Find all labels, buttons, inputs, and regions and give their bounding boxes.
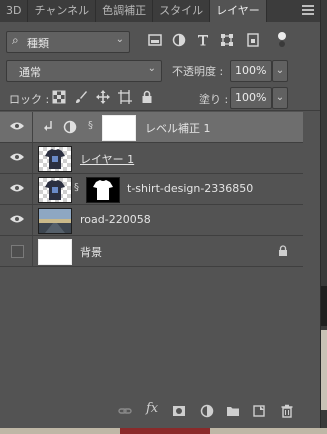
road-thumb-icon — [39, 209, 71, 233]
divider — [0, 110, 320, 111]
layers-panel: 3D チャンネル 色調補正 スタイル レイヤー ⌕ 種類 ⌄ 通常 ⌄ 不透明度… — [0, 0, 321, 428]
blend-mode-select[interactable]: 通常 ⌄ — [6, 60, 162, 82]
tab-3d[interactable]: 3D — [0, 0, 29, 22]
layer-thumbnail[interactable] — [38, 177, 72, 203]
mask-shape-icon — [93, 180, 113, 200]
layer-name[interactable]: レイヤー 1 — [80, 151, 134, 167]
layer-filter-select[interactable]: ⌕ 種類 ⌄ — [6, 31, 130, 53]
opacity-dropdown-button[interactable]: ⌄ — [272, 60, 288, 82]
clip-arrow-icon — [44, 121, 52, 131]
layer-row-levels[interactable]: § レベル補正 1 — [0, 112, 303, 143]
adjustment-filter-icon[interactable] — [172, 33, 186, 47]
opacity-value: 100% — [235, 64, 267, 77]
canvas-edge-bottom — [0, 428, 327, 434]
layer-name[interactable]: 背景 — [80, 244, 102, 260]
tshirt-thumb-icon — [45, 180, 65, 200]
canvas-edge-right — [321, 0, 327, 434]
eye-icon[interactable] — [10, 152, 24, 162]
chevron-down-icon: ⌄ — [147, 63, 156, 74]
lock-artboard-icon[interactable] — [118, 90, 132, 104]
fill-dropdown-button[interactable]: ⌄ — [272, 87, 288, 109]
tab-styles[interactable]: スタイル — [153, 0, 211, 22]
fill-value: 100% — [235, 91, 267, 104]
add-mask-icon[interactable] — [172, 404, 186, 418]
layer-name[interactable]: t-shirt-design-2336850 — [127, 182, 253, 195]
lock-brush-icon[interactable] — [74, 90, 88, 104]
tab-adjustments[interactable]: 色調補正 — [96, 0, 154, 22]
layer-row-layer1[interactable]: レイヤー 1 — [0, 143, 303, 174]
tab-layers[interactable]: レイヤー — [210, 0, 267, 22]
chevron-down-icon: ⌄ — [115, 34, 124, 45]
image-filter-icon[interactable] — [148, 33, 162, 47]
search-icon: ⌕ — [12, 33, 19, 47]
blend-mode-value: 通常 — [19, 66, 41, 79]
layer-row-tshirt[interactable]: § t-shirt-design-2336850 — [0, 174, 303, 205]
fx-icon[interactable]: fx — [146, 401, 160, 416]
filter-type-label: 種類 — [27, 37, 49, 50]
layer-row-road[interactable]: road-220058 — [0, 205, 303, 236]
eye-icon[interactable] — [10, 214, 24, 224]
layer-name[interactable]: road-220058 — [80, 213, 151, 226]
lock-icon — [279, 245, 287, 256]
lock-all-icon[interactable] — [140, 90, 154, 104]
layer-thumbnail[interactable] — [38, 208, 72, 234]
layer-row-background[interactable]: 背景 — [0, 236, 303, 267]
filter-toggle[interactable] — [278, 32, 286, 48]
opacity-label: 不透明度 : — [172, 65, 224, 78]
new-group-icon[interactable] — [226, 404, 240, 418]
fill-label: 塗り : — [199, 93, 229, 106]
layer-thumbnail[interactable] — [38, 146, 72, 172]
tab-channels[interactable]: チャンネル — [28, 0, 97, 22]
layer-thumbnail[interactable] — [38, 239, 72, 265]
layer-name[interactable]: レベル補正 1 — [145, 120, 211, 136]
tshirt-thumb-icon — [45, 149, 65, 169]
delete-icon[interactable] — [280, 404, 294, 418]
panel-menu-icon[interactable] — [302, 5, 314, 15]
layer-mask-thumbnail[interactable] — [102, 115, 136, 141]
eye-icon[interactable] — [10, 121, 24, 131]
link-icon[interactable]: § — [88, 120, 96, 134]
layers-toolbar: fx — [0, 398, 320, 426]
lock-label: ロック : — [9, 93, 50, 106]
fill-input[interactable]: 100% — [230, 87, 272, 109]
eye-icon[interactable] — [10, 183, 24, 193]
shape-filter-icon[interactable] — [220, 33, 234, 47]
new-layer-icon[interactable] — [252, 404, 266, 418]
smart-object-filter-icon[interactable] — [246, 33, 260, 47]
link-icon[interactable]: § — [74, 182, 82, 196]
visibility-toggle[interactable] — [11, 245, 24, 258]
lock-transparent-icon[interactable] — [52, 90, 66, 104]
layer-mask-thumbnail[interactable] — [86, 177, 120, 203]
opacity-input[interactable]: 100% — [230, 60, 272, 82]
panel-tabs: 3D チャンネル 色調補正 スタイル レイヤー — [0, 0, 320, 22]
new-adjustment-icon[interactable] — [200, 404, 214, 418]
lock-move-icon[interactable] — [96, 90, 110, 104]
type-filter-icon[interactable] — [196, 33, 210, 47]
adjustment-layer-icon — [63, 120, 77, 134]
link-layers-icon[interactable] — [118, 404, 132, 418]
